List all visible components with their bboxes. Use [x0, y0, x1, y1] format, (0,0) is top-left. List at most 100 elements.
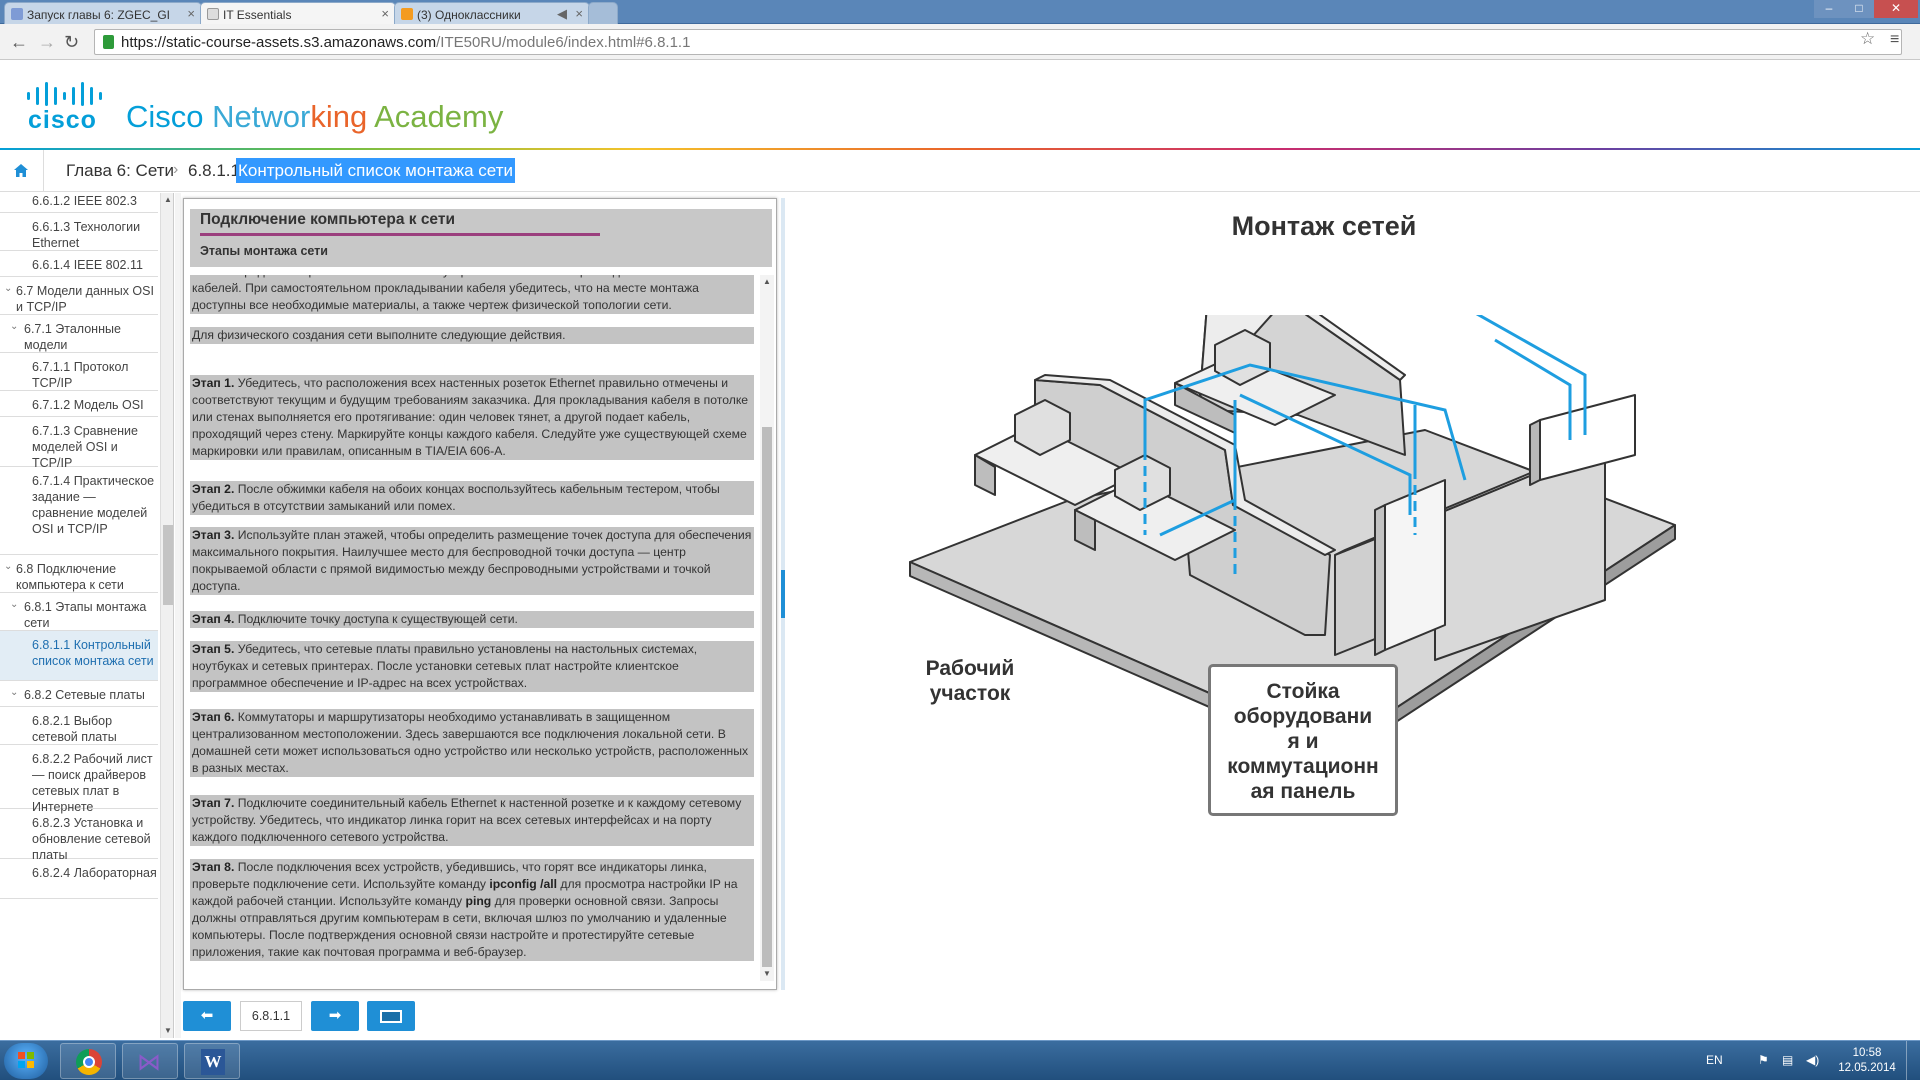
sidebar-item[interactable]: 6.6.1.3 Технологии Ethernet: [0, 213, 158, 251]
step-label: Этап 4.: [192, 612, 235, 626]
close-tab-icon[interactable]: ×: [575, 6, 583, 21]
scroll-down-icon[interactable]: ▼: [763, 969, 771, 978]
taskbar-word[interactable]: W: [184, 1043, 240, 1079]
show-desktop-button[interactable]: [1906, 1041, 1920, 1080]
taskbar-chrome[interactable]: [60, 1043, 116, 1079]
start-button[interactable]: [4, 1043, 48, 1079]
academy-title[interactable]: Cisco Networking Academy: [126, 99, 503, 135]
sidebar-item[interactable]: ⌄ 6.8.2 Сетевые платы: [0, 681, 158, 707]
browser-tab-zgec[interactable]: Запуск главы 6: ZGEC_GI ×: [4, 2, 202, 24]
taskbar-visual-studio[interactable]: ⋈: [122, 1043, 178, 1079]
arrow-left-icon: ⬅: [200, 1007, 214, 1024]
sidebar-item[interactable]: 6.6.1.4 IEEE 802.11: [0, 251, 158, 277]
chevron-down-icon[interactable]: ⌄: [10, 319, 18, 335]
content-header: Подключение компьютера к сети Этапы монт…: [190, 209, 772, 267]
content-scroll-thumb[interactable]: [762, 427, 772, 967]
sidebar-item[interactable]: 6.8.2.4 Лабораторная: [0, 859, 158, 899]
browser-tab-it-essentials[interactable]: IT Essentials ×: [200, 2, 396, 24]
step-label: Этап 2.: [192, 482, 235, 496]
windows-taskbar: ⋈ W EN ⚑ ▤ ◀) 10:58 12.05.2014: [0, 1040, 1920, 1080]
chevron-down-icon[interactable]: ⌄: [4, 281, 12, 297]
step-label: Этап 8.: [192, 860, 235, 874]
sidebar-item-label: 6.7.1 Эталонные модели: [24, 322, 121, 352]
speaker-icon: ◀: [557, 6, 567, 21]
windows-logo-icon: [18, 1052, 34, 1068]
step-label: Этап 6.: [192, 710, 235, 724]
tab-label: (3) Одноклассники: [417, 8, 521, 22]
chevron-down-icon[interactable]: ⌄: [10, 685, 18, 701]
rack-label-line: ая панель: [1250, 780, 1356, 803]
clock[interactable]: 10:58 12.05.2014: [1832, 1046, 1902, 1076]
sidebar-item[interactable]: ⌄ 6.7 Модели данных OSI и TCP/IP: [0, 277, 158, 315]
url-host: https://static-course-assets.s3.amazonaw…: [121, 34, 437, 51]
volume-icon[interactable]: ◀): [1806, 1053, 1819, 1067]
command-text: ping: [465, 894, 492, 908]
lock-icon: [103, 35, 114, 49]
sidebar-item[interactable]: 6.7.1.1 Протокол TCP/IP: [0, 353, 158, 391]
close-tab-icon[interactable]: ×: [187, 6, 195, 21]
forward-arrow-icon[interactable]: →: [38, 32, 56, 53]
sidebar-item[interactable]: 6.8.2.1 Выбор сетевой платы: [0, 707, 158, 745]
content-paragraph: Этап 4. Подключите точку доступа к сущес…: [190, 611, 754, 628]
page-number: 6.8.1.1: [240, 1001, 302, 1031]
close-window-button[interactable]: ✕: [1874, 0, 1918, 18]
new-tab-button[interactable]: [588, 2, 618, 24]
equipment-rack-side: [1374, 504, 1386, 656]
scroll-up-icon[interactable]: ▲: [763, 277, 771, 286]
page-icon: [207, 8, 219, 20]
command-text: ipconfig /all: [489, 877, 558, 891]
scroll-up-icon[interactable]: ▲: [164, 195, 172, 204]
sidebar-scroll-thumb[interactable]: [163, 525, 173, 605]
home-button[interactable]: [0, 150, 44, 192]
reload-icon[interactable]: ↻: [64, 32, 79, 53]
bookmark-star-icon[interactable]: ☆: [1860, 29, 1875, 49]
next-page-button[interactable]: ➡: [311, 1001, 359, 1031]
browser-tab-odnoklassniki[interactable]: (3) Одноклассники ◀ ×: [394, 2, 590, 24]
minimize-button[interactable]: –: [1814, 0, 1844, 18]
fullscreen-button[interactable]: [367, 1001, 415, 1031]
academy-title-part: Networ: [212, 99, 311, 134]
content-title: Подключение компьютера к сети: [200, 211, 455, 228]
url-path: /ITE50RU/module6/index.html#6.8.1.1: [436, 34, 691, 51]
sidebar-splitter[interactable]: [175, 193, 181, 1038]
browser-toolbar: ← → ↻ https://static-course-assets.s3.am…: [0, 24, 1920, 60]
breadcrumb-current: Контрольный список монтажа сети: [236, 158, 515, 183]
content-scrollbar[interactable]: ▲ ▼: [760, 275, 774, 981]
scroll-down-icon[interactable]: ▼: [164, 1026, 172, 1035]
maximize-button[interactable]: □: [1844, 0, 1874, 18]
title-underline: [200, 233, 600, 236]
breadcrumb-chapter[interactable]: Глава 6: Сети: [66, 161, 174, 181]
sidebar-item[interactable]: 6.8.2.2 Рабочий лист — поиск драйверов с…: [0, 745, 158, 814]
content-paragraph: После определения расположения сетевых у…: [190, 275, 754, 314]
sidebar-item[interactable]: ⌄ 6.7.1 Эталонные модели: [0, 315, 158, 353]
menu-icon[interactable]: ≡: [1890, 31, 1899, 49]
sidebar-item[interactable]: 6.7.1.2 Модель OSI: [0, 391, 158, 417]
back-arrow-icon[interactable]: ←: [10, 32, 28, 53]
language-indicator[interactable]: EN: [1706, 1053, 1723, 1067]
rack-label: Стойка оборудовани я и коммутационн ая панел…: [1208, 664, 1398, 816]
splitter-grip[interactable]: [781, 570, 785, 618]
chevron-down-icon[interactable]: ⌄: [10, 597, 18, 613]
screen-icon: [380, 1009, 402, 1023]
panel-splitter[interactable]: [781, 198, 785, 990]
sidebar-item[interactable]: 6.7.1.3 Сравнение моделей OSI и TCP/IP: [0, 417, 158, 470]
flag-icon[interactable]: ⚑: [1758, 1053, 1769, 1067]
network-icon[interactable]: ▤: [1782, 1053, 1793, 1067]
chevron-down-icon[interactable]: ⌄: [4, 559, 12, 575]
content-body: После определения расположения сетевых у…: [190, 275, 756, 975]
step-text: Подключите соединительный кабель Etherne…: [192, 796, 742, 844]
breadcrumb-section[interactable]: 6.8.1.1: [188, 161, 240, 181]
sidebar-item[interactable]: 6.8.1.1 Контрольный список монтажа сети: [0, 631, 158, 681]
sidebar-scrollbar[interactable]: ▲ ▼: [160, 193, 173, 1038]
prev-page-button[interactable]: ⬅: [183, 1001, 231, 1031]
content-paragraph: Этап 7. Подключите соединительный кабель…: [190, 795, 754, 846]
sidebar-item[interactable]: ⌄ 6.8.1 Этапы монтажа сети: [0, 593, 158, 631]
sidebar-item[interactable]: 6.6.1.2 IEEE 802.3: [0, 193, 158, 213]
content-paragraph: Этап 1. Убедитесь, что расположения всех…: [190, 375, 754, 460]
sidebar-item-label: 6.7.1.1 Протокол TCP/IP: [32, 360, 129, 390]
sidebar-item[interactable]: ⌄ 6.8 Подключение компьютера к сети: [0, 555, 158, 593]
sidebar-item[interactable]: 6.7.1.4 Практическое задание — сравнение…: [0, 467, 158, 555]
close-tab-icon[interactable]: ×: [381, 6, 389, 21]
sidebar-item[interactable]: 6.8.2.3 Установка и обновление сетевой п…: [0, 809, 158, 862]
url-input[interactable]: https://static-course-assets.s3.amazonaw…: [94, 29, 1902, 55]
